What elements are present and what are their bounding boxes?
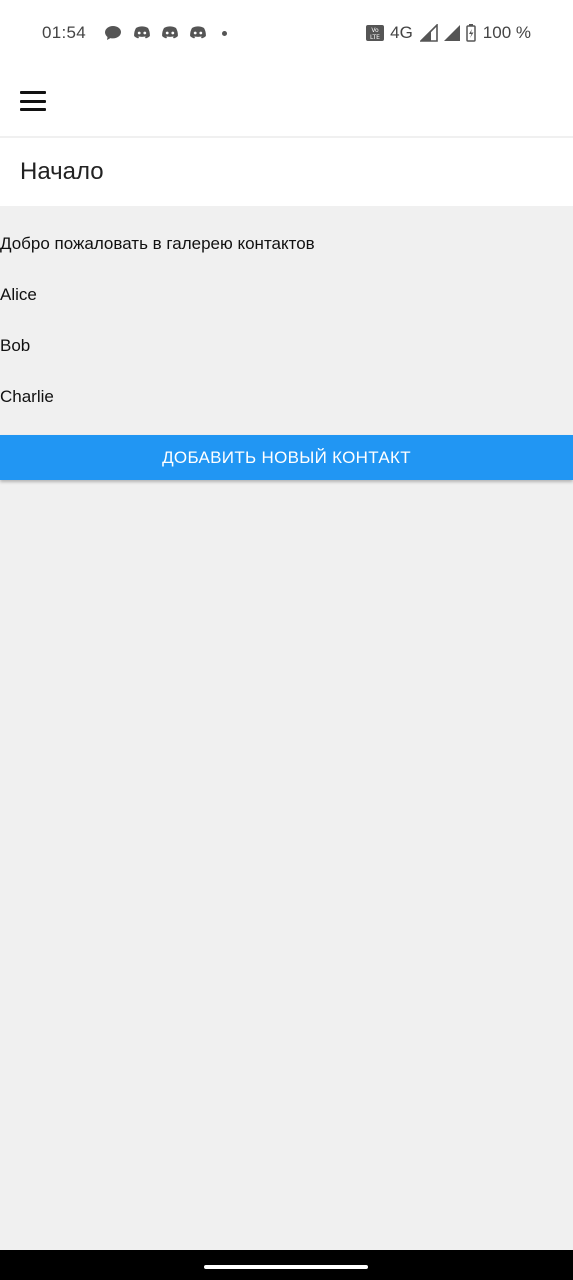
svg-text:Vo: Vo [371,27,379,34]
welcome-text: Добро пожаловать в галерею контактов [0,234,315,253]
discord-icon [132,25,152,41]
status-right: Vo LTE 4G 100 % [365,23,531,43]
contact-item[interactable]: Alice [0,285,37,305]
discord-icon [188,25,208,41]
add-contact-button[interactable]: ДОБАВИТЬ НОВЫЙ КОНТАКТ [0,435,573,480]
volte-icon: Vo LTE [365,24,385,42]
menu-icon-line [20,108,46,111]
signal-icon [419,24,438,42]
status-left: 01:54 [42,23,228,43]
menu-icon-line [20,99,46,103]
navigation-bar [0,1250,573,1280]
more-notifications-dot-icon [222,30,228,36]
battery-charging-icon [466,24,476,42]
app-bar [0,66,573,136]
contact-item[interactable]: Charlie [0,387,54,407]
discord-icon [160,25,180,41]
svg-text:LTE: LTE [370,34,380,41]
network-type: 4G [390,23,413,42]
page-title: Начало [20,158,104,185]
menu-icon-line [20,91,46,94]
contact-item[interactable]: Bob [0,336,30,356]
menu-icon[interactable] [20,91,46,111]
signal-icon [443,24,461,42]
message-icon [104,25,124,41]
status-time: 01:54 [42,23,87,42]
home-indicator[interactable] [204,1265,368,1269]
battery-level: 100 % [482,23,531,42]
status-bar: 01:54 Vo LTE 4G 100 % [0,0,573,66]
page-header: Начало [0,138,573,206]
